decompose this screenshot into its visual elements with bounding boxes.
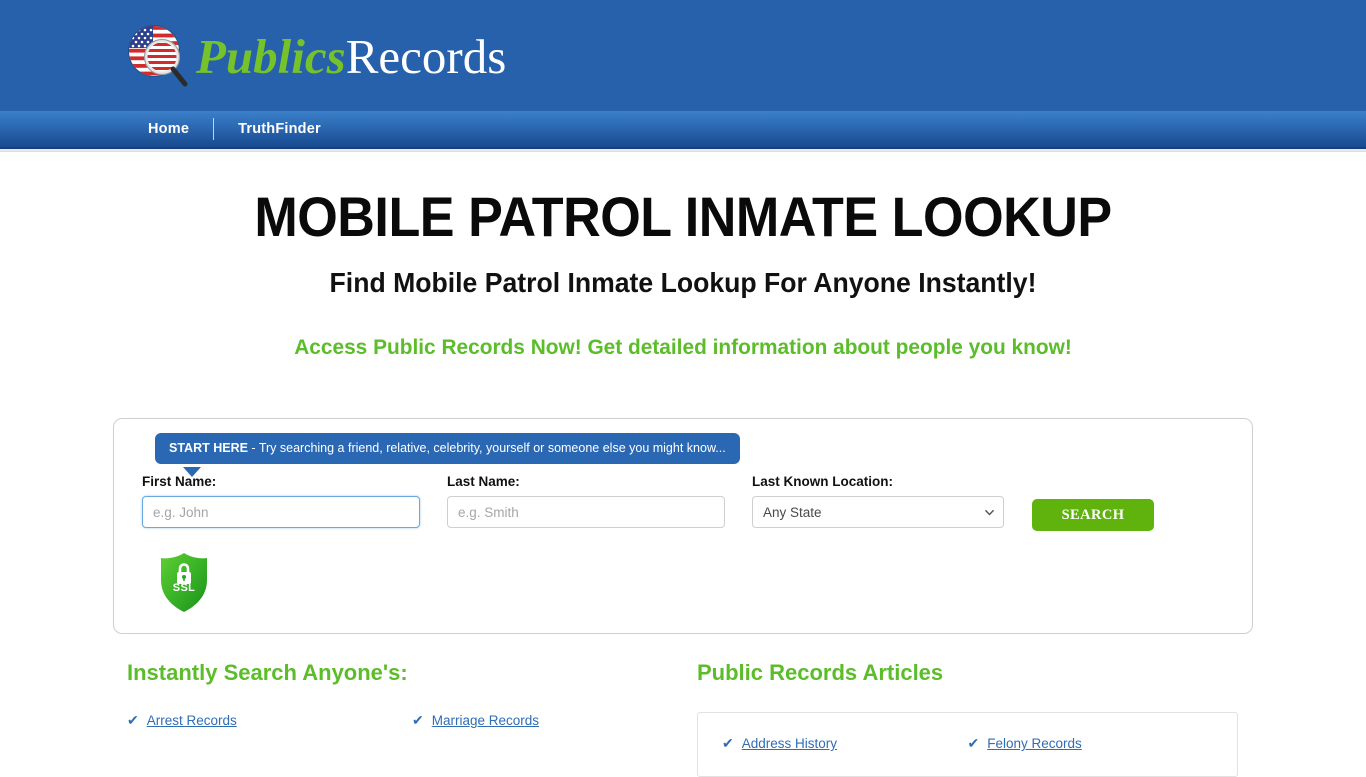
link-address-history[interactable]: Address History [742, 736, 837, 751]
check-icon: ✔ [967, 735, 980, 751]
check-icon: ✔ [127, 712, 139, 728]
last-name-input[interactable] [447, 496, 725, 528]
page-subtitle: Find Mobile Patrol Inmate Lookup For Any… [329, 266, 1037, 298]
first-name-group: First Name: [142, 474, 420, 528]
ssl-badge: SSL [158, 552, 210, 614]
first-name-label: First Name: [142, 474, 217, 489]
articles-links: ✔ Address History ✔ Felony Records [722, 735, 1213, 772]
last-name-group: Last Name: [447, 474, 725, 528]
search-panel: START HERE - Try searching a friend, rel… [113, 418, 1253, 634]
list-item[interactable]: ✔ Arrest Records [127, 712, 412, 729]
logo-word-publics: Publics [196, 28, 346, 84]
logo-wordmark: PublicsRecords [196, 32, 506, 81]
tooltip-start-here-label: START HERE [169, 441, 248, 455]
search-fields-row: First Name: Last Name: Last Known Locati… [142, 474, 1227, 531]
search-button-group: SEARCH [1032, 474, 1154, 531]
location-select[interactable]: Any State [752, 496, 1004, 528]
start-here-tooltip: START HERE - Try searching a friend, rel… [155, 433, 740, 464]
articles-heading: Public Records Articles [697, 660, 944, 685]
link-felony-records[interactable]: Felony Records [987, 736, 1082, 751]
instant-search-links: ✔ Arrest Records ✔ Marriage Records [127, 712, 697, 747]
ssl-badge-label: SSL [172, 582, 196, 594]
search-button[interactable]: SEARCH [1032, 499, 1154, 531]
check-icon: ✔ [412, 712, 424, 728]
us-flag-magnifier-icon [124, 22, 192, 90]
list-item[interactable]: ✔ Marriage Records [412, 712, 697, 729]
list-item[interactable]: ✔ Felony Records [968, 735, 1214, 752]
first-name-input[interactable] [142, 496, 420, 528]
bottom-columns: Instantly Search Anyone's: ✔ Arrest Reco… [0, 660, 1366, 777]
location-group: Last Known Location: Any State [752, 474, 1004, 528]
check-icon: ✔ [722, 735, 734, 751]
main-navigation: Home TruthFinder [0, 111, 1366, 149]
articles-column: Public Records Articles ✔ Address Histor… [697, 660, 1242, 777]
site-header: PublicsRecords [0, 0, 1366, 111]
hero-tagline: Access Public Records Now! Get detailed … [294, 334, 1072, 359]
page-title: MOBILE PATROL INMATE LOOKUP [254, 185, 1112, 248]
list-item[interactable]: ✔ Address History [722, 735, 968, 752]
instant-search-column: Instantly Search Anyone's: ✔ Arrest Reco… [127, 660, 697, 777]
location-label: Last Known Location: [752, 474, 893, 489]
instant-search-heading: Instantly Search Anyone's: [127, 660, 408, 685]
nav-item-home[interactable]: Home [124, 121, 213, 137]
tooltip-hint-text: - Try searching a friend, relative, cele… [247, 441, 726, 455]
site-logo[interactable]: PublicsRecords [124, 19, 506, 93]
nav-item-truthfinder[interactable]: TruthFinder [214, 121, 345, 137]
link-marriage-records[interactable]: Marriage Records [432, 713, 539, 728]
hero-section: MOBILE PATROL INMATE LOOKUP Find Mobile … [0, 152, 1366, 360]
link-arrest-records[interactable]: Arrest Records [147, 713, 237, 728]
articles-box: ✔ Address History ✔ Felony Records [697, 712, 1238, 777]
last-name-label: Last Name: [447, 474, 520, 489]
logo-word-records: Records [345, 28, 507, 84]
